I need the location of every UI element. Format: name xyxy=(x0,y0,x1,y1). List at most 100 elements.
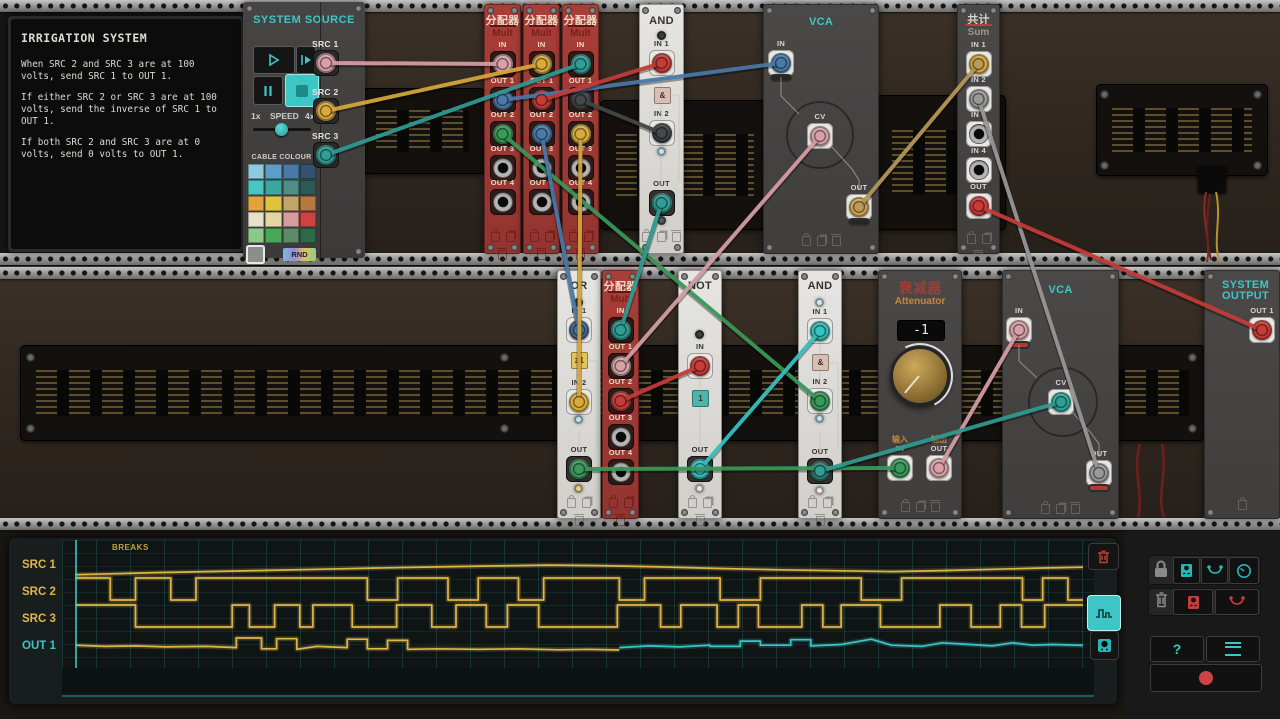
module-attenuator[interactable]: 衰减器 Attenuator -1 输入 IN 输出 OUT xyxy=(878,270,962,519)
jack[interactable] xyxy=(969,124,989,144)
jack[interactable] xyxy=(690,356,710,376)
colour-swatch[interactable] xyxy=(248,212,264,227)
module-mult-2[interactable]: 分配器 Mult IN OUT 1 OUT 2 OUT 3 OUT 4 xyxy=(523,4,560,254)
delete-cable-button[interactable] xyxy=(1215,589,1259,615)
module-vca-1[interactable]: VCA IN CV OUT xyxy=(763,4,879,254)
jack[interactable] xyxy=(1089,463,1109,483)
play-button[interactable] xyxy=(253,46,295,74)
jack[interactable] xyxy=(571,158,591,178)
module-not[interactable]: NOT IN 1 OUT xyxy=(678,270,722,519)
speed-slider-knob[interactable] xyxy=(275,123,288,136)
colour-swatch[interactable] xyxy=(265,212,281,227)
colour-swatch[interactable] xyxy=(265,196,281,211)
jack[interactable] xyxy=(571,54,591,74)
pause-button[interactable] xyxy=(253,76,283,105)
jack[interactable] xyxy=(810,126,830,146)
jack[interactable] xyxy=(652,53,672,73)
clear-traces-button[interactable] xyxy=(1088,543,1119,570)
jack[interactable] xyxy=(969,89,989,109)
jack[interactable] xyxy=(611,356,631,376)
src3-jack[interactable] xyxy=(316,145,336,165)
jack[interactable] xyxy=(493,158,513,178)
colour-swatch[interactable] xyxy=(300,212,316,227)
jack[interactable] xyxy=(571,192,591,212)
jack[interactable] xyxy=(1252,320,1272,340)
colour-swatch[interactable] xyxy=(300,180,316,195)
lock-cable-button[interactable] xyxy=(1201,557,1228,584)
colour-swatch[interactable] xyxy=(265,164,281,179)
jack[interactable] xyxy=(611,427,631,447)
colour-swatch[interactable] xyxy=(283,164,299,179)
jack[interactable] xyxy=(810,321,830,341)
bus-board xyxy=(1096,84,1268,176)
jack[interactable] xyxy=(810,391,830,411)
module-mult-1[interactable]: 分配器 Mult IN OUT 1 OUT 2 OUT 3 OUT 4 xyxy=(484,4,521,254)
jack[interactable] xyxy=(571,124,591,144)
jack[interactable] xyxy=(569,459,589,479)
jack[interactable] xyxy=(771,53,791,73)
jack[interactable] xyxy=(611,320,631,340)
colour-swatch[interactable] xyxy=(265,228,281,243)
menu-button[interactable] xyxy=(1206,636,1260,662)
jack[interactable] xyxy=(569,392,589,412)
trash-icon xyxy=(1155,592,1168,608)
jack[interactable] xyxy=(969,160,989,180)
jack[interactable] xyxy=(493,192,513,212)
knob-view-button[interactable] xyxy=(1090,631,1119,660)
colour-swatch[interactable] xyxy=(248,164,264,179)
jack[interactable] xyxy=(1051,392,1071,412)
module-and-1[interactable]: AND IN 1 & IN 2 OUT xyxy=(639,4,684,254)
waveform-view-button[interactable] xyxy=(1087,595,1121,631)
jack[interactable] xyxy=(493,90,513,110)
jack[interactable] xyxy=(969,54,989,74)
jack[interactable] xyxy=(611,462,631,482)
jack[interactable] xyxy=(571,90,591,110)
help-button[interactable]: ? xyxy=(1150,636,1204,662)
jack[interactable] xyxy=(532,158,552,178)
jack[interactable] xyxy=(929,458,949,478)
module-or[interactable]: OR IN 1 ≥1 IN 2 OUT xyxy=(557,270,601,519)
jack[interactable] xyxy=(652,123,672,143)
colour-swatch[interactable] xyxy=(300,196,316,211)
selected-colour-swatch[interactable] xyxy=(248,247,263,262)
lock-clock-button[interactable] xyxy=(1229,557,1259,584)
module-vca-2[interactable]: VCA IN CV OUT xyxy=(1002,270,1119,519)
colour-swatch[interactable] xyxy=(265,180,281,195)
jack[interactable] xyxy=(849,197,869,217)
src2-jack[interactable] xyxy=(316,101,336,121)
or-gate-symbol: ≥1 xyxy=(571,352,588,369)
led xyxy=(657,147,666,156)
jack[interactable] xyxy=(532,192,552,212)
jack[interactable] xyxy=(493,124,513,144)
jack[interactable] xyxy=(890,458,910,478)
colour-swatch[interactable] xyxy=(283,212,299,227)
delete-module-button[interactable] xyxy=(1173,589,1213,615)
module-mult-3[interactable]: 分配器 Mult IN OUT 1 OUT 2 OUT 3 OUT 4 xyxy=(562,4,599,254)
module-mult-4[interactable]: 分配器 Mult IN OUT 1 OUT 2 OUT 3 OUT 4 xyxy=(602,270,639,519)
jack[interactable] xyxy=(532,124,552,144)
random-colour-button[interactable]: RND xyxy=(283,248,316,261)
src1-jack[interactable] xyxy=(316,53,336,73)
colour-swatch[interactable] xyxy=(283,196,299,211)
jack[interactable] xyxy=(611,391,631,411)
module-sum[interactable]: 共计 Sum IN 1 IN 2 IN 3 IN 4 OUT xyxy=(957,4,1000,254)
colour-swatch[interactable] xyxy=(248,196,264,211)
scope-plot[interactable] xyxy=(62,540,1094,668)
jack[interactable] xyxy=(493,54,513,74)
colour-swatch[interactable] xyxy=(283,228,299,243)
colour-swatch[interactable] xyxy=(300,228,316,243)
jack[interactable] xyxy=(1009,320,1029,340)
colour-swatch[interactable] xyxy=(283,180,299,195)
jack[interactable] xyxy=(532,54,552,74)
jack[interactable] xyxy=(810,461,830,481)
colour-swatch[interactable] xyxy=(248,228,264,243)
lock-module-button[interactable] xyxy=(1173,557,1200,584)
colour-swatch[interactable] xyxy=(248,180,264,195)
jack[interactable] xyxy=(569,320,589,340)
record-button[interactable] xyxy=(1150,664,1262,692)
jack[interactable] xyxy=(690,459,710,479)
jack[interactable] xyxy=(532,90,552,110)
module-and-2[interactable]: AND IN 1 & IN 2 OUT xyxy=(798,270,842,519)
jack[interactable] xyxy=(652,193,672,213)
jack[interactable] xyxy=(969,196,989,216)
